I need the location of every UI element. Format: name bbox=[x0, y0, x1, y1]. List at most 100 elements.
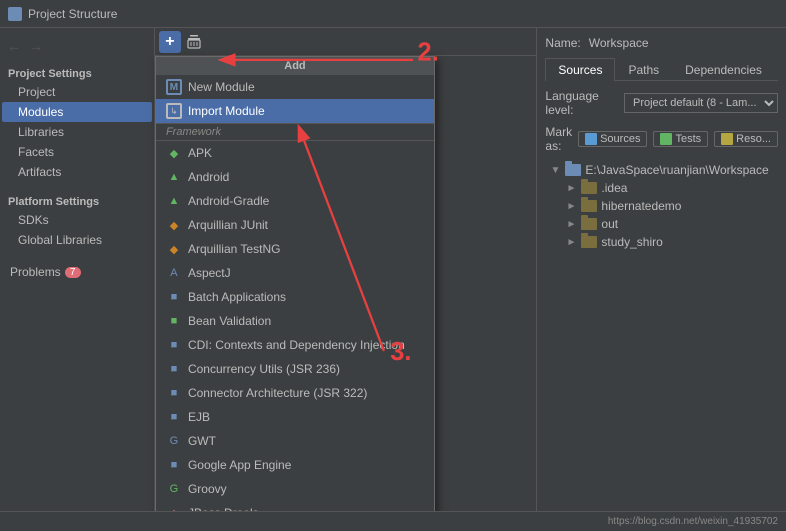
mark-tests-label: Tests bbox=[675, 133, 701, 145]
sidebar-item-problems[interactable]: Problems 7 bbox=[2, 262, 152, 282]
apk-item[interactable]: ◆ APK bbox=[156, 141, 434, 165]
resources-color-icon bbox=[721, 133, 733, 145]
bean-icon: ■ bbox=[166, 313, 182, 329]
sidebar-item-sdks[interactable]: SDKs bbox=[2, 210, 152, 230]
main-content: ← → Project Settings Project Modules Lib… bbox=[0, 28, 786, 511]
connector-icon: ■ bbox=[166, 385, 182, 401]
lang-level-select[interactable]: Project default (8 - Lam... bbox=[624, 93, 778, 113]
sidebar-item-global-libraries[interactable]: Global Libraries bbox=[2, 230, 152, 250]
cdi-icon: ■ bbox=[166, 337, 182, 353]
window-icon bbox=[8, 7, 22, 21]
tabs-row: Sources Paths Dependencies bbox=[545, 58, 778, 81]
new-module-item[interactable]: M New Module bbox=[156, 75, 434, 99]
tree-root-item[interactable]: ▼ E:\JavaSpace\ruanjian\Workspace bbox=[545, 161, 778, 179]
dropdown-header: Add bbox=[156, 57, 434, 75]
add-button[interactable]: + bbox=[159, 31, 181, 53]
android-gradle-item[interactable]: ▲ Android-Gradle bbox=[156, 189, 434, 213]
out-folder-icon bbox=[581, 218, 597, 230]
add-dropdown-menu: Add M New Module ↳ Import Module Framewo… bbox=[155, 56, 435, 511]
arquillian-junit-item[interactable]: ◆ Arquillian JUnit bbox=[156, 213, 434, 237]
out-arrow: ► bbox=[565, 219, 577, 230]
mark-resources-button[interactable]: Reso... bbox=[714, 131, 778, 147]
bean-validation-item[interactable]: ■ Bean Validation bbox=[156, 309, 434, 333]
root-arrow: ▼ bbox=[549, 165, 561, 176]
cdi-item[interactable]: ■ CDI: Contexts and Dependency Injection bbox=[156, 333, 434, 357]
mark-sources-button[interactable]: Sources bbox=[578, 131, 647, 147]
sidebar-item-facets[interactable]: Facets bbox=[2, 142, 152, 162]
mark-as-label: Mark as: bbox=[545, 125, 572, 153]
study-shiro-folder-icon bbox=[581, 236, 597, 248]
idea-arrow: ► bbox=[565, 183, 577, 194]
idea-folder-icon bbox=[581, 182, 597, 194]
arquillian-testng-item[interactable]: ◆ Arquillian TestNG bbox=[156, 237, 434, 261]
ejb-item[interactable]: ■ EJB bbox=[156, 405, 434, 429]
tree-view: ▼ E:\JavaSpace\ruanjian\Workspace ► .ide… bbox=[545, 161, 778, 503]
import-module-item[interactable]: ↳ Import Module bbox=[156, 99, 434, 123]
hibernatedemo-folder-icon bbox=[581, 200, 597, 212]
platform-settings-label: Platform Settings bbox=[0, 188, 154, 210]
sidebar-item-project[interactable]: Project bbox=[2, 82, 152, 102]
project-structure-window: Project Structure ← → Project Settings P… bbox=[0, 0, 786, 531]
name-label: Name: bbox=[545, 36, 580, 50]
name-value: Workspace bbox=[589, 36, 778, 50]
android-icon: ▲ bbox=[166, 169, 182, 185]
sources-color-icon bbox=[585, 133, 597, 145]
lang-level-row: Language level: Project default (8 - Lam… bbox=[545, 89, 778, 117]
root-folder-icon bbox=[565, 164, 581, 176]
aspectj-icon: A bbox=[166, 265, 182, 281]
batch-icon: ■ bbox=[166, 289, 182, 305]
google-icon: ■ bbox=[166, 457, 182, 473]
jboss-drools-item[interactable]: ◆ JBoss Drools bbox=[156, 501, 434, 511]
tab-sources[interactable]: Sources bbox=[545, 58, 615, 81]
groovy-item[interactable]: G Groovy bbox=[156, 477, 434, 501]
concurrency-icon: ■ bbox=[166, 361, 182, 377]
batch-applications-item[interactable]: ■ Batch Applications bbox=[156, 285, 434, 309]
delete-button[interactable] bbox=[183, 31, 205, 53]
mark-sources-label: Sources bbox=[600, 133, 640, 145]
forward-button[interactable]: → bbox=[26, 36, 46, 56]
gwt-item[interactable]: G GWT bbox=[156, 429, 434, 453]
hibernatedemo-arrow: ► bbox=[565, 201, 577, 212]
right-panel: Name: Workspace Sources Paths Dependenci… bbox=[537, 28, 786, 511]
gwt-icon: G bbox=[166, 433, 182, 449]
tests-color-icon bbox=[660, 133, 672, 145]
lang-level-label: Language level: bbox=[545, 89, 618, 117]
status-bar: https://blog.csdn.net/weixin_41935702 bbox=[0, 511, 786, 531]
mark-resources-label: Reso... bbox=[736, 133, 771, 145]
aspectj-item[interactable]: A AspectJ bbox=[156, 261, 434, 285]
out-label: out bbox=[601, 217, 618, 231]
back-button[interactable]: ← bbox=[4, 36, 24, 56]
mark-as-row: Mark as: Sources Tests Reso... bbox=[545, 125, 778, 153]
tree-idea-item[interactable]: ► .idea bbox=[545, 179, 778, 197]
center-panel: + Add M New Mo bbox=[155, 28, 537, 511]
name-row: Name: Workspace bbox=[545, 36, 778, 50]
connector-item[interactable]: ■ Connector Architecture (JSR 322) bbox=[156, 381, 434, 405]
arquillian-junit-icon: ◆ bbox=[166, 217, 182, 233]
status-url: https://blog.csdn.net/weixin_41935702 bbox=[608, 516, 778, 527]
framework-divider: Framework bbox=[156, 123, 434, 141]
android-item[interactable]: ▲ Android bbox=[156, 165, 434, 189]
mark-tests-button[interactable]: Tests bbox=[653, 131, 708, 147]
problems-badge: 7 bbox=[65, 267, 81, 278]
window-title: Project Structure bbox=[28, 7, 117, 21]
tree-hibernatedemo-item[interactable]: ► hibernatedemo bbox=[545, 197, 778, 215]
import-module-icon: ↳ bbox=[166, 103, 182, 119]
sidebar-item-artifacts[interactable]: Artifacts bbox=[2, 162, 152, 182]
google-app-engine-item[interactable]: ■ Google App Engine bbox=[156, 453, 434, 477]
sidebar-item-modules[interactable]: Modules bbox=[2, 102, 152, 122]
tree-study-shiro-item[interactable]: ► study_shiro bbox=[545, 233, 778, 251]
tree-out-item[interactable]: ► out bbox=[545, 215, 778, 233]
study-shiro-label: study_shiro bbox=[601, 235, 662, 249]
idea-label: .idea bbox=[601, 181, 627, 195]
study-shiro-arrow: ► bbox=[565, 237, 577, 248]
sidebar: ← → Project Settings Project Modules Lib… bbox=[0, 28, 155, 511]
sidebar-item-libraries[interactable]: Libraries bbox=[2, 122, 152, 142]
project-settings-label: Project Settings bbox=[0, 60, 154, 82]
apk-icon: ◆ bbox=[166, 145, 182, 161]
title-bar: Project Structure bbox=[0, 0, 786, 28]
concurrency-item[interactable]: ■ Concurrency Utils (JSR 236) bbox=[156, 357, 434, 381]
root-label: E:\JavaSpace\ruanjian\Workspace bbox=[585, 163, 768, 177]
arquillian-testng-icon: ◆ bbox=[166, 241, 182, 257]
tab-paths[interactable]: Paths bbox=[615, 58, 672, 81]
tab-dependencies[interactable]: Dependencies bbox=[672, 58, 775, 81]
